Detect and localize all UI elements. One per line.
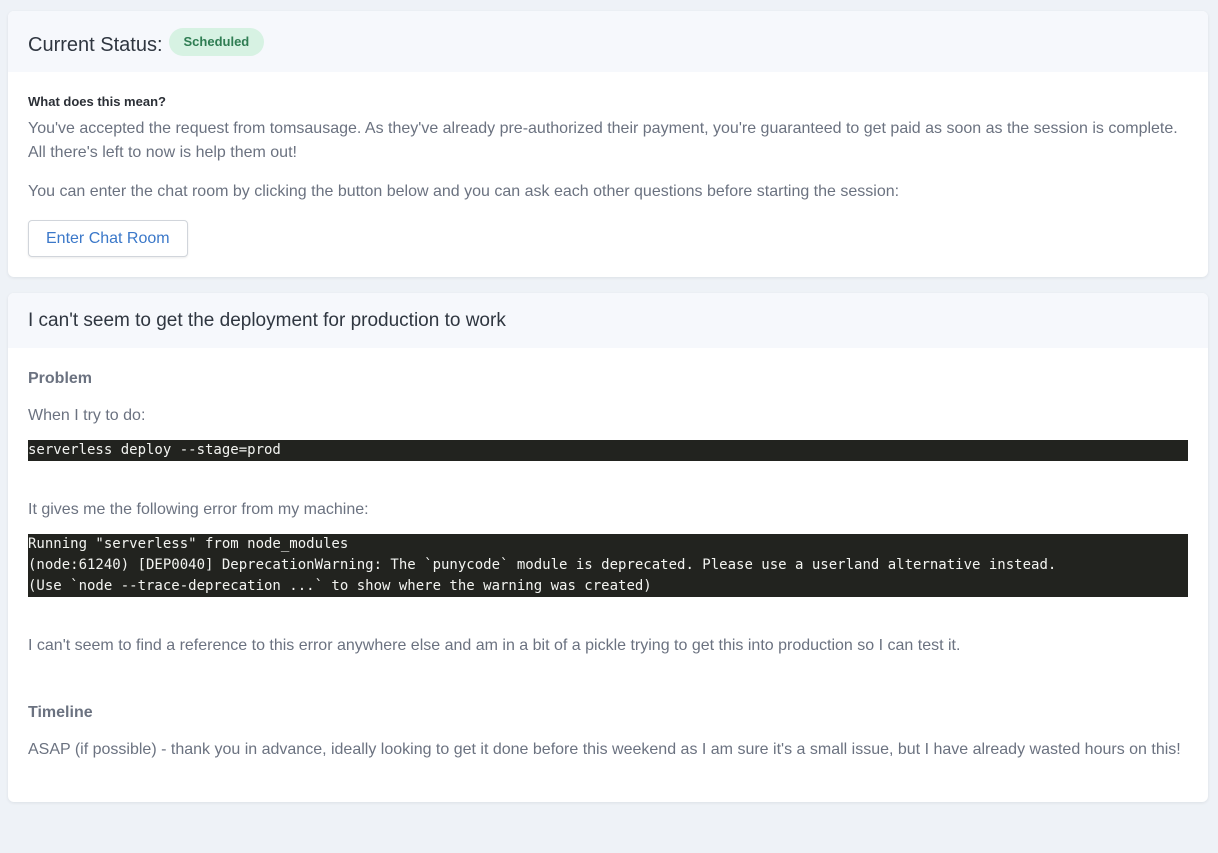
request-title: I can't seem to get the deployment for p…	[28, 309, 506, 331]
error-code-block: Running "serverless" from node_modules (…	[28, 534, 1188, 597]
request-body: Problem When I try to do: serverless dep…	[8, 348, 1208, 802]
status-badge: Scheduled	[168, 27, 265, 56]
command-code-block: serverless deploy --stage=prod	[28, 440, 1188, 461]
enter-chat-room-button[interactable]: Enter Chat Room	[28, 220, 188, 257]
problem-closing: I can't seem to find a reference to this…	[28, 637, 961, 654]
chat-instructions: You can enter the chat room by clicking …	[28, 183, 900, 200]
request-card: I can't seem to get the deployment for p…	[8, 293, 1208, 802]
problem-intro: When I try to do:	[28, 407, 146, 424]
status-header: Current Status: Scheduled	[8, 11, 1208, 72]
error-intro: It gives me the following error from my …	[28, 501, 369, 518]
request-header: I can't seem to get the deployment for p…	[8, 293, 1208, 348]
problem-heading: Problem	[28, 370, 93, 387]
meaning-label: What does this mean?	[28, 94, 166, 109]
status-explanation: You've accepted the request from tomsaus…	[28, 120, 1178, 161]
current-status-label: Current Status:	[28, 34, 163, 56]
timeline-text: ASAP (if possible) - thank you in advanc…	[28, 741, 1181, 758]
timeline-heading: Timeline	[28, 704, 93, 721]
status-body: What does this mean? You've accepted the…	[8, 72, 1208, 277]
status-card: Current Status: Scheduled What does this…	[8, 11, 1208, 277]
